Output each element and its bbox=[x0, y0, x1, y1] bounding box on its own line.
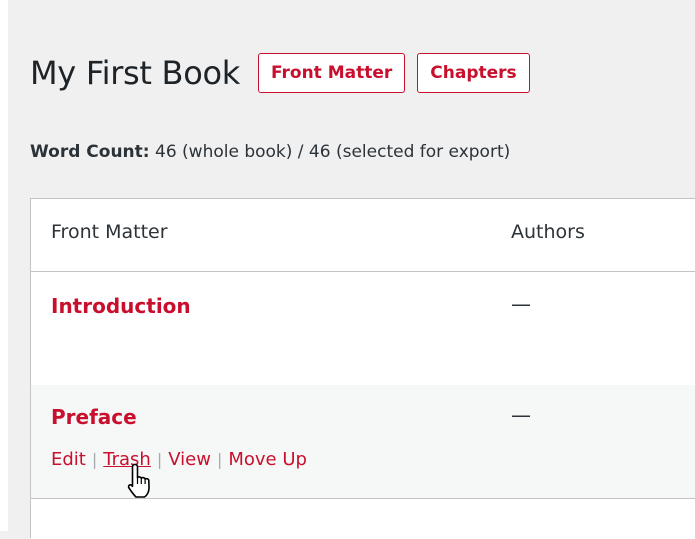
page-title: My First Book bbox=[30, 54, 240, 92]
edit-link[interactable]: Edit bbox=[51, 449, 86, 470]
row-title-link[interactable]: Preface bbox=[51, 405, 137, 429]
row-title-link[interactable]: Introduction bbox=[51, 294, 191, 318]
page-header: My First Book Front Matter Chapters bbox=[30, 50, 530, 96]
word-count-label: Word Count: bbox=[30, 142, 150, 162]
row-author: — bbox=[511, 403, 531, 427]
left-edge-panel bbox=[0, 0, 8, 531]
row-actions: Edit | Trash | View | Move Up bbox=[51, 449, 307, 470]
word-count-value: 46 (whole book) / 46 (selected for expor… bbox=[149, 142, 511, 162]
table-row bbox=[31, 499, 695, 539]
chapters-button[interactable]: Chapters bbox=[417, 53, 530, 93]
row-author: — bbox=[511, 292, 531, 316]
table-header: Front Matter Authors bbox=[31, 199, 695, 272]
front-matter-table: Front Matter Authors Introduction — Pref… bbox=[30, 198, 695, 539]
view-link[interactable]: View bbox=[168, 449, 211, 470]
table-row: Introduction — bbox=[31, 272, 695, 385]
trash-link[interactable]: Trash bbox=[103, 449, 151, 470]
column-header-front-matter[interactable]: Front Matter bbox=[51, 221, 168, 243]
word-count: Word Count: 46 (whole book) / 46 (select… bbox=[30, 142, 510, 162]
table-row: Preface — Edit | Trash | View | Move Up bbox=[31, 385, 695, 499]
move-up-link[interactable]: Move Up bbox=[228, 449, 307, 470]
front-matter-button[interactable]: Front Matter bbox=[257, 53, 406, 93]
action-separator: | bbox=[156, 450, 163, 469]
column-header-authors[interactable]: Authors bbox=[511, 221, 585, 243]
action-separator: | bbox=[91, 450, 98, 469]
action-separator: | bbox=[216, 450, 223, 469]
